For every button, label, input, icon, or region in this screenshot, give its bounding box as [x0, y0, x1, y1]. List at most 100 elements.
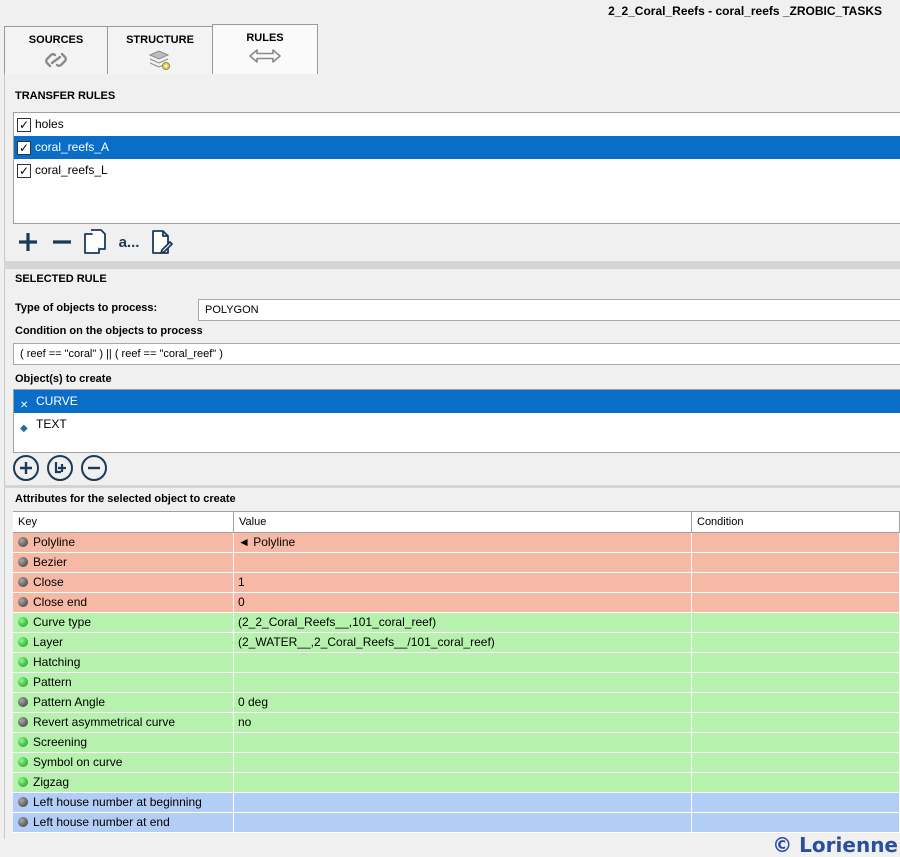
- attribute-key[interactable]: Pattern: [13, 673, 234, 692]
- table-row[interactable]: Curve type (2_2_Coral_Reefs__,101_coral_r…: [13, 613, 900, 633]
- attribute-value[interactable]: [234, 773, 692, 792]
- attribute-key[interactable]: Left house number at beginning: [13, 793, 234, 812]
- condition-field[interactable]: ( reef == "coral" ) || ( reef == "coral_…: [13, 343, 900, 365]
- section-separator[interactable]: [4, 261, 900, 269]
- rule-item-coral-reefs-a[interactable]: coral_reefs_A: [14, 136, 900, 160]
- attribute-condition[interactable]: [692, 593, 900, 612]
- table-row[interactable]: Polyline ◄ Polyline: [13, 533, 900, 553]
- link-icon: [45, 52, 67, 68]
- attribute-condition[interactable]: [692, 553, 900, 572]
- header-value[interactable]: Value: [234, 512, 692, 532]
- tab-rules[interactable]: RULES: [212, 24, 318, 75]
- attribute-condition[interactable]: [692, 613, 900, 632]
- copy-icon: [84, 229, 106, 254]
- attribute-condition[interactable]: [692, 793, 900, 812]
- section-separator: [4, 485, 900, 488]
- attribute-key[interactable]: Pattern Angle: [13, 693, 234, 712]
- attribute-value[interactable]: no: [234, 713, 692, 732]
- rule-item-holes[interactable]: holes: [14, 113, 900, 137]
- attribute-status-icon: [18, 777, 28, 787]
- attribute-value[interactable]: [234, 653, 692, 672]
- attribute-key-label: Pattern: [33, 675, 72, 689]
- objects-to-create-list[interactable]: ✕ CURVE ◆ TEXT: [13, 389, 900, 453]
- remove-object-button[interactable]: [81, 455, 107, 481]
- attribute-condition[interactable]: [692, 773, 900, 792]
- attribute-key[interactable]: Curve type: [13, 613, 234, 632]
- attribute-value[interactable]: [234, 753, 692, 772]
- attribute-key[interactable]: Close end: [13, 593, 234, 612]
- add-child-object-button[interactable]: [47, 455, 73, 481]
- remove-rule-button[interactable]: [48, 228, 76, 256]
- type-of-objects-field[interactable]: POLYGON: [198, 299, 900, 321]
- attribute-condition[interactable]: [692, 693, 900, 712]
- condition-label: Condition on the objects to process: [15, 325, 203, 337]
- tab-structure[interactable]: STRUCTURE: [107, 26, 213, 75]
- attribute-value[interactable]: [234, 553, 692, 572]
- attribute-key[interactable]: Screening: [13, 733, 234, 752]
- rule-checkbox[interactable]: [17, 114, 31, 137]
- attribute-key[interactable]: Layer: [13, 633, 234, 652]
- table-row[interactable]: Close 1: [13, 573, 900, 593]
- attribute-value[interactable]: [234, 813, 692, 832]
- table-row[interactable]: Screening: [13, 733, 900, 753]
- attribute-status-icon: [18, 557, 28, 567]
- attribute-value[interactable]: (2_WATER__,2_Coral_Reefs__/101_coral_ree…: [234, 633, 692, 652]
- attribute-value[interactable]: 0 deg: [234, 693, 692, 712]
- attribute-condition[interactable]: [692, 653, 900, 672]
- table-row[interactable]: Bezier: [13, 553, 900, 573]
- table-row[interactable]: Hatching: [13, 653, 900, 673]
- table-row[interactable]: Left house number at end: [13, 813, 900, 833]
- attribute-condition[interactable]: [692, 753, 900, 772]
- attribute-key[interactable]: Polyline: [13, 533, 234, 552]
- attribute-value[interactable]: 0: [234, 593, 692, 612]
- rule-checkbox[interactable]: [17, 137, 31, 160]
- rename-rule-button[interactable]: a...: [114, 228, 144, 256]
- attribute-key[interactable]: Hatching: [13, 653, 234, 672]
- table-row[interactable]: Pattern Angle 0 deg: [13, 693, 900, 713]
- attribute-condition[interactable]: [692, 813, 900, 832]
- attribute-key-label: Bezier: [33, 555, 68, 569]
- attribute-value[interactable]: (2_2_Coral_Reefs__,101_coral_reef): [234, 613, 692, 632]
- table-row[interactable]: Symbol on curve: [13, 753, 900, 773]
- attribute-condition[interactable]: [692, 733, 900, 752]
- attribute-condition[interactable]: [692, 673, 900, 692]
- attribute-key[interactable]: Symbol on curve: [13, 753, 234, 772]
- object-item-label: CURVE: [36, 394, 78, 408]
- attribute-condition[interactable]: [692, 533, 900, 552]
- attribute-key[interactable]: Left house number at end: [13, 813, 234, 832]
- table-row[interactable]: Close end 0: [13, 593, 900, 613]
- add-rule-button[interactable]: [14, 228, 42, 256]
- tab-sources[interactable]: SOURCES: [4, 26, 108, 75]
- attribute-key[interactable]: Zigzag: [13, 773, 234, 792]
- rule-checkbox[interactable]: [17, 160, 31, 183]
- table-row[interactable]: Revert asymmetrical curve no: [13, 713, 900, 733]
- table-row[interactable]: Left house number at beginning: [13, 793, 900, 813]
- transfer-rules-list[interactable]: holes coral_reefs_A coral_reefs_L: [13, 112, 900, 224]
- attribute-condition[interactable]: [692, 713, 900, 732]
- attribute-value[interactable]: [234, 793, 692, 812]
- table-row[interactable]: Layer (2_WATER__,2_Coral_Reefs__/101_cora…: [13, 633, 900, 653]
- attribute-key[interactable]: Close: [13, 573, 234, 592]
- attribute-condition[interactable]: [692, 573, 900, 592]
- attribute-value[interactable]: [234, 733, 692, 752]
- attributes-table[interactable]: Key Value Condition Polyline ◄ Polyline Be…: [13, 511, 900, 833]
- table-row[interactable]: Pattern: [13, 673, 900, 693]
- attribute-condition[interactable]: [692, 633, 900, 652]
- rule-item-coral-reefs-l[interactable]: coral_reefs_L: [14, 159, 900, 183]
- header-condition[interactable]: Condition: [692, 512, 900, 532]
- attribute-key[interactable]: Revert asymmetrical curve: [13, 713, 234, 732]
- window-title: 2_2_Coral_Reefs - coral_reefs _ZROBIC_TA…: [608, 4, 882, 18]
- header-key[interactable]: Key: [13, 512, 234, 532]
- attribute-key[interactable]: Bezier: [13, 553, 234, 572]
- attribute-value[interactable]: [234, 673, 692, 692]
- attribute-value[interactable]: ◄ Polyline: [234, 533, 692, 552]
- edit-rule-button[interactable]: [148, 228, 176, 256]
- attribute-value[interactable]: 1: [234, 573, 692, 592]
- table-row[interactable]: Zigzag: [13, 773, 900, 793]
- object-item-text[interactable]: ◆ TEXT: [14, 413, 900, 436]
- add-object-button[interactable]: [13, 455, 39, 481]
- object-item-curve[interactable]: ✕ CURVE: [14, 390, 900, 413]
- copy-rule-button[interactable]: [81, 228, 109, 256]
- attribute-key-label: Screening: [33, 735, 88, 749]
- attribute-key-label: Left house number at end: [33, 815, 170, 829]
